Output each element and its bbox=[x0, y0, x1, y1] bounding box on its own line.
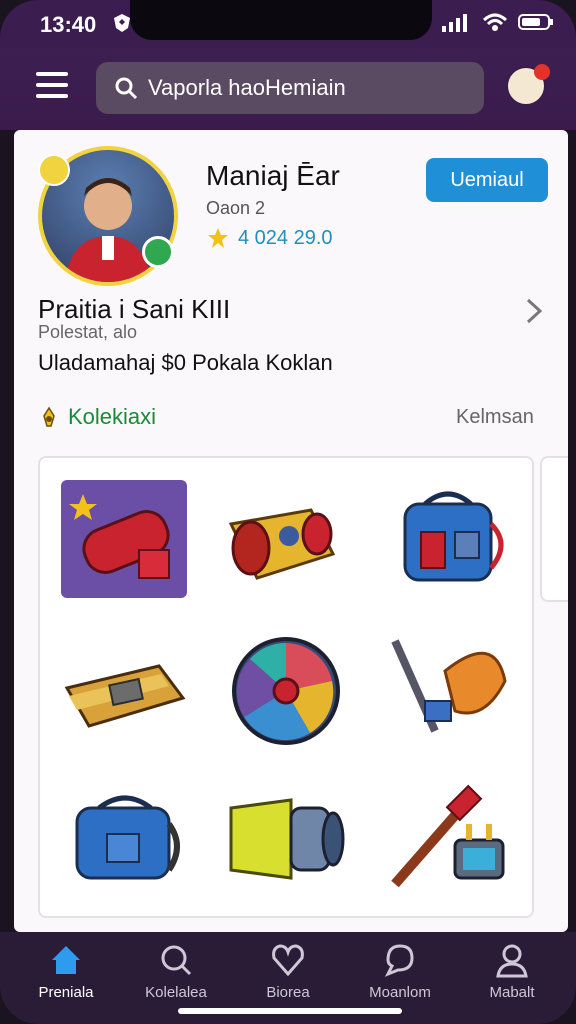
collection-item[interactable] bbox=[374, 618, 526, 764]
collection-item[interactable] bbox=[48, 466, 200, 612]
collection-item[interactable] bbox=[210, 466, 362, 612]
search-bar[interactable] bbox=[96, 62, 484, 114]
profile-avatar-button[interactable] bbox=[506, 64, 550, 106]
nav-item-messages[interactable]: Moanlom bbox=[352, 942, 448, 1012]
hamburger-line bbox=[36, 72, 68, 76]
collection-item[interactable] bbox=[374, 766, 526, 912]
collection-item[interactable] bbox=[48, 618, 200, 764]
nav-label: Preniala bbox=[38, 984, 94, 1001]
collection-title: Kolekiaxi bbox=[38, 404, 156, 430]
profile-avatar[interactable] bbox=[38, 146, 178, 286]
nav-label: Mabalt bbox=[489, 984, 535, 1001]
status-icons bbox=[442, 12, 554, 32]
chevron-right-icon[interactable] bbox=[524, 296, 548, 326]
fire-extinguisher-icon bbox=[69, 494, 170, 579]
collection-title-text: Kolekiaxi bbox=[68, 404, 157, 429]
status-time: 13:40 bbox=[40, 12, 97, 37]
phone-frame: 13:40 Vaporla haoHemiain Maniaj Ēar Oaon… bbox=[0, 0, 576, 1024]
notification-dot bbox=[534, 64, 550, 80]
profile-stat-value: 4 024 29.0 bbox=[238, 226, 333, 249]
collection-item[interactable] bbox=[210, 766, 362, 912]
collection-item[interactable] bbox=[48, 766, 200, 912]
blue-backpack-icon bbox=[75, 795, 180, 880]
collection-see-all-link[interactable]: Kelmsan bbox=[456, 406, 534, 429]
camera-notch bbox=[130, 0, 432, 40]
collection-item[interactable] bbox=[374, 466, 526, 612]
hamburger-line bbox=[36, 83, 68, 87]
main-content: Maniaj Ēar Oaon 2 4 024 29.0 Uemiaul Pra… bbox=[14, 130, 568, 932]
section-subtitle: Polestat, alo bbox=[38, 322, 138, 342]
shield-wheel-icon bbox=[232, 637, 340, 745]
nav-label: Biorea bbox=[266, 984, 310, 1001]
trophy-icon bbox=[43, 406, 55, 427]
battery-icon bbox=[518, 14, 553, 30]
wallet-icon bbox=[64, 664, 186, 728]
wifi-icon bbox=[482, 13, 508, 31]
profile-stat: 4 024 29.0 bbox=[206, 226, 333, 250]
search-icon bbox=[161, 945, 192, 976]
collection-grid bbox=[38, 456, 534, 918]
backpack-icon bbox=[403, 491, 504, 582]
horn-icon bbox=[229, 798, 345, 880]
collection-grid-overflow bbox=[540, 456, 568, 602]
section-title[interactable]: Praitia i Sani KIII bbox=[38, 294, 230, 325]
menu-button[interactable] bbox=[36, 72, 68, 100]
search-icon bbox=[115, 77, 138, 100]
heart-icon bbox=[272, 944, 304, 977]
user-icon bbox=[496, 944, 528, 978]
profile-subtitle: Oaon 2 bbox=[206, 198, 266, 218]
level-badge-icon bbox=[38, 154, 70, 186]
nav-item-favorites[interactable]: Biorea bbox=[240, 942, 336, 1012]
hamburger-line bbox=[36, 94, 68, 98]
search-input[interactable] bbox=[148, 75, 468, 101]
app-bar bbox=[0, 48, 576, 130]
nav-item-collection[interactable]: Kolelalea bbox=[128, 942, 224, 1012]
nav-item-home[interactable]: Preniala bbox=[18, 942, 114, 1012]
verified-icon bbox=[142, 236, 174, 268]
star-icon bbox=[208, 228, 228, 248]
home-indicator[interactable] bbox=[178, 1008, 402, 1014]
home-icon bbox=[52, 946, 80, 974]
cannon-icon bbox=[228, 508, 336, 580]
chat-icon bbox=[384, 944, 414, 977]
nav-item-profile[interactable]: Mabalt bbox=[464, 942, 560, 1012]
item-highlight bbox=[61, 480, 187, 598]
tools-icon bbox=[391, 784, 505, 888]
profile-name: Maniaj Ēar bbox=[206, 160, 340, 191]
status-bar: 13:40 bbox=[0, 0, 576, 48]
nav-label: Moanlom bbox=[369, 984, 431, 1001]
primary-action-button[interactable]: Uemiaul bbox=[426, 158, 548, 202]
collection-item[interactable] bbox=[210, 618, 362, 764]
signal-icon bbox=[442, 14, 467, 32]
nav-label: Kolelalea bbox=[145, 984, 207, 1001]
shield-icon bbox=[114, 14, 130, 32]
section-description: Uladamahaj $0 Pokala Koklan bbox=[38, 350, 333, 375]
hammer-icon bbox=[391, 639, 507, 733]
